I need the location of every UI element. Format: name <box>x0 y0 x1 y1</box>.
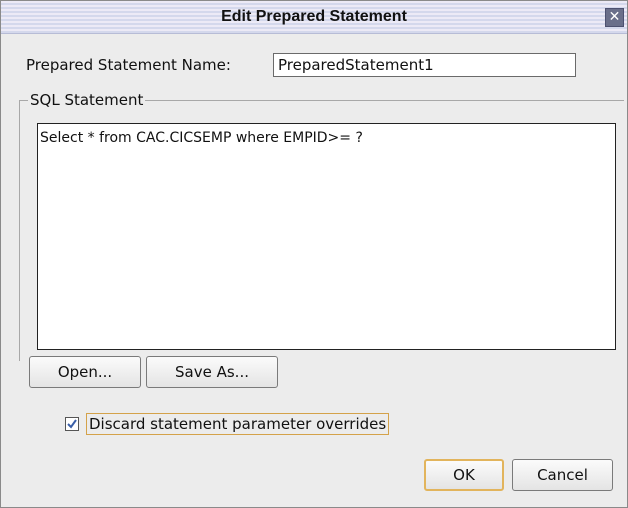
sql-statement-legend: SQL Statement <box>28 91 146 109</box>
open-button[interactable]: Open... <box>29 356 141 388</box>
edit-prepared-statement-dialog: Edit Prepared Statement ✕ Prepared State… <box>0 0 628 508</box>
ok-button[interactable]: OK <box>424 459 504 491</box>
save-as-button[interactable]: Save As... <box>146 356 278 388</box>
discard-overrides-label[interactable]: Discard statement parameter overrides <box>86 413 390 435</box>
sql-statement-textarea[interactable]: Select * from CAC.CICSEMP where EMPID>= … <box>37 123 616 350</box>
close-icon[interactable]: ✕ <box>605 8 624 27</box>
discard-overrides-checkbox[interactable] <box>65 417 79 431</box>
title-bar[interactable]: Edit Prepared Statement ✕ <box>1 1 627 34</box>
statement-name-label: Prepared Statement Name: <box>26 56 231 74</box>
dialog-title: Edit Prepared Statement <box>221 8 407 25</box>
cancel-button[interactable]: Cancel <box>512 459 613 491</box>
statement-name-input[interactable]: PreparedStatement1 <box>273 53 576 77</box>
checkmark-icon <box>67 419 77 429</box>
